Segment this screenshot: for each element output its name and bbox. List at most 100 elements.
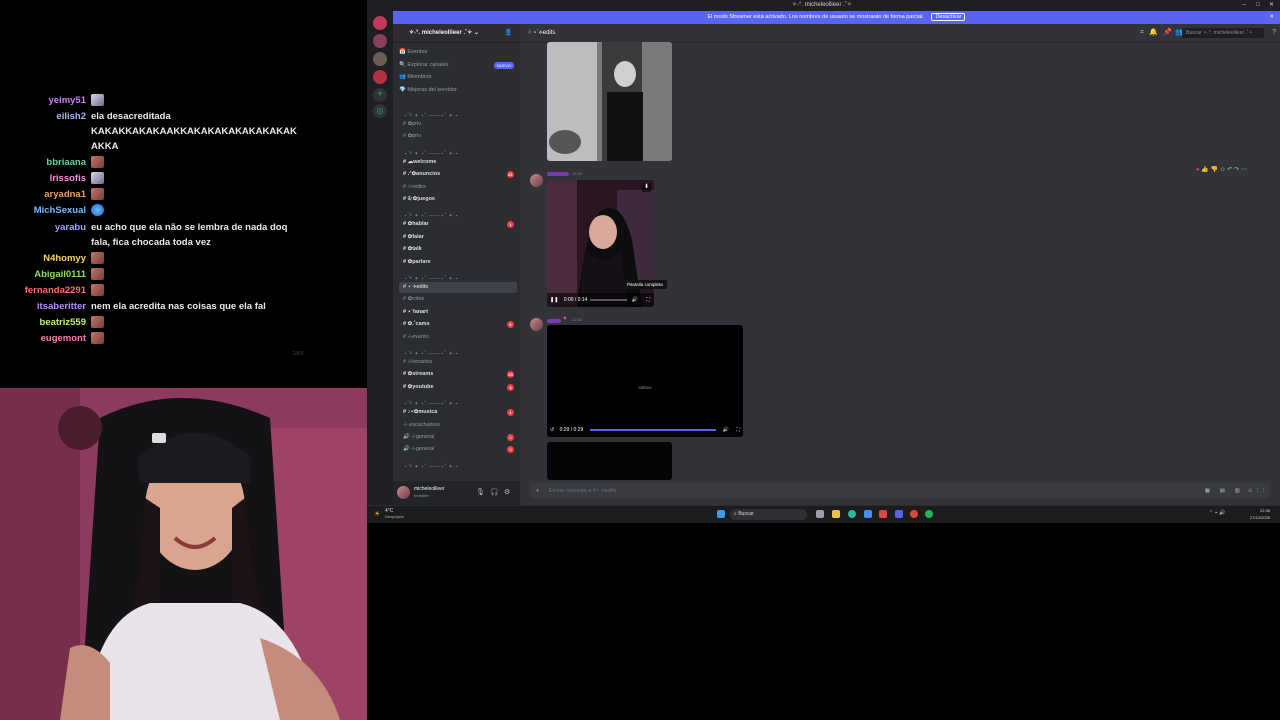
- volume-icon[interactable]: 🔊: [632, 293, 638, 307]
- sidebar-item[interactable]: 👥 Miembros: [399, 72, 517, 83]
- image-attachment[interactable]: [547, 42, 672, 161]
- gift-icon[interactable]: ▦: [1205, 483, 1210, 499]
- chat-username[interactable]: MichSexual: [34, 203, 86, 218]
- add-server-icon[interactable]: +: [373, 88, 387, 102]
- download-icon[interactable]: ⬇: [642, 183, 651, 192]
- tray-icons[interactable]: ⌃ ⌁ 🔊: [1209, 510, 1225, 516]
- thumbs-down-icon[interactable]: 👎: [1210, 167, 1217, 173]
- maximize-icon[interactable]: □: [1256, 0, 1260, 11]
- channel-item[interactable]: # ⊹evento: [399, 332, 517, 343]
- progress-bar[interactable]: [590, 299, 627, 301]
- file-explorer-icon[interactable]: [832, 510, 840, 518]
- reply-icon[interactable]: ↶: [1227, 167, 1232, 173]
- channel-item[interactable]: # ✿youtube 3: [399, 382, 517, 393]
- chat-username[interactable]: yarabu: [55, 220, 86, 235]
- app-icon[interactable]: [879, 510, 887, 518]
- avatar[interactable]: [530, 318, 543, 331]
- progress-bar[interactable]: [590, 429, 716, 431]
- banner-close-icon[interactable]: ✕: [1269, 11, 1274, 24]
- channel-item[interactable]: # .ᐟ✿anuncios 21: [399, 169, 517, 180]
- chat-username[interactable]: itsaberitter: [37, 299, 86, 314]
- task-view-icon[interactable]: [816, 510, 824, 518]
- forward-icon[interactable]: ↷: [1234, 167, 1239, 173]
- bell-icon[interactable]: 🔔: [1149, 29, 1158, 37]
- weather-icon[interactable]: ☀: [374, 510, 380, 518]
- threads-icon[interactable]: ⌗: [1140, 29, 1144, 37]
- chat-username[interactable]: lrissofis: [50, 171, 86, 186]
- sidebar-item[interactable]: 📅 Eventos: [399, 47, 517, 58]
- chat-username[interactable]: bbriaana: [46, 155, 86, 170]
- chat-username[interactable]: aryadna1: [44, 187, 86, 202]
- chat-username[interactable]: yeimy51: [48, 93, 86, 108]
- channel-item[interactable]: # ⋆˙fanart: [399, 307, 517, 318]
- channel-item[interactable]: # ✿talk: [399, 244, 517, 255]
- reaction-icon[interactable]: ●: [1196, 167, 1200, 173]
- microphone-icon[interactable]: 🎙: [476, 489, 485, 497]
- channel-item[interactable]: # ✿falar: [399, 232, 517, 243]
- pin-icon[interactable]: 📌: [1163, 29, 1172, 37]
- message-input[interactable]: + Enviar mensaje a #⋆˙⟡edits ▦ ▤ ▥ ☺ ⋮⋮: [530, 483, 1270, 499]
- channel-item[interactable]: # ⊹horarios: [399, 357, 517, 368]
- edge-icon[interactable]: [848, 510, 856, 518]
- emoji-icon[interactable]: ☺: [1247, 483, 1253, 499]
- discord-icon[interactable]: [895, 510, 903, 518]
- server-icon[interactable]: [373, 34, 387, 48]
- settings-icon[interactable]: ⚙: [504, 489, 510, 497]
- minimize-icon[interactable]: –: [1243, 0, 1246, 11]
- headphones-icon[interactable]: 🎧: [490, 489, 499, 497]
- sidebar-item[interactable]: 💎 Mejoras del servidor: [399, 85, 517, 96]
- explore-icon[interactable]: ◎: [373, 104, 387, 118]
- channel-item[interactable]: # ♪⋆✿musica 1: [399, 407, 517, 418]
- channel-item[interactable]: # ✿parlare: [399, 257, 517, 268]
- channel-item[interactable]: # ⋆˙⟡edits: [399, 282, 517, 293]
- sticker-icon[interactable]: ▥: [1235, 483, 1240, 499]
- channel-item[interactable]: # ✿roles: [399, 294, 517, 305]
- channel-item[interactable]: # ༉‧✿juegos: [399, 194, 517, 205]
- invite-icon[interactable]: 👤: [505, 24, 512, 42]
- taskbar-search[interactable]: ⌕ Buscar: [730, 509, 807, 520]
- chat-username[interactable]: eilish2: [56, 109, 86, 124]
- help-icon[interactable]: ?: [1272, 29, 1276, 37]
- chat-username[interactable]: beatriz559: [40, 315, 86, 330]
- fullscreen-icon[interactable]: ⛶: [736, 423, 740, 437]
- avatar[interactable]: [530, 174, 543, 187]
- attach-icon[interactable]: +: [536, 488, 539, 494]
- server-icon[interactable]: [373, 52, 387, 66]
- channel-item[interactable]: # ✿priv: [399, 131, 517, 142]
- volume-icon[interactable]: 🔊: [723, 423, 729, 437]
- browser-icon[interactable]: [864, 510, 872, 518]
- close-icon[interactable]: ✕: [1269, 0, 1274, 11]
- apps-icon[interactable]: ⋮⋮: [1255, 483, 1266, 499]
- thumbs-up-icon[interactable]: 👍: [1201, 167, 1208, 173]
- replay-icon[interactable]: ↺: [550, 427, 554, 433]
- channel-item[interactable]: ⊹ escuchamos: [399, 420, 517, 431]
- pause-icon[interactable]: ❚❚: [550, 297, 558, 303]
- spotify-icon[interactable]: [925, 510, 933, 518]
- channel-item[interactable]: # ☁welcome: [399, 157, 517, 168]
- chat-username[interactable]: Abigail0111: [34, 267, 86, 282]
- sidebar-item[interactable]: 🔍 Explorar canales NUEVO: [399, 60, 517, 71]
- chat-username[interactable]: eugemont: [41, 331, 86, 346]
- channel-item[interactable]: # ⊹redes: [399, 182, 517, 193]
- channel-item[interactable]: 🔊 ⊹general 3: [399, 432, 517, 443]
- message-username[interactable]: [547, 319, 561, 323]
- channel-item[interactable]: # ✿streams 25: [399, 369, 517, 380]
- chat-username[interactable]: fernanda2291: [25, 283, 86, 298]
- windows-start-icon[interactable]: [717, 510, 725, 518]
- server-name-header[interactable]: ✧˖°. micheleollieer .˚✧ ⌄ 👤: [393, 24, 520, 43]
- avatar[interactable]: [397, 486, 410, 499]
- channel-item[interactable]: # ✿hablar 1: [399, 219, 517, 230]
- message-username[interactable]: [547, 172, 569, 176]
- channel-item[interactable]: 🔊 ⊹general 3: [399, 444, 517, 455]
- channel-item[interactable]: # ✿.˚cams 6: [399, 319, 517, 330]
- video-player[interactable]: [547, 442, 672, 480]
- deactivate-button[interactable]: Desactivar: [931, 13, 966, 21]
- gif-icon[interactable]: ▤: [1220, 483, 1225, 499]
- video-player[interactable]: tokbus ↺ 0:29 / 0:29 🔊 ⛶: [547, 325, 743, 437]
- emoji-icon[interactable]: ☺: [1220, 167, 1226, 173]
- more-icon[interactable]: ⋯: [1241, 167, 1247, 173]
- channel-item[interactable]: # ✿priv: [399, 119, 517, 130]
- server-icon[interactable]: [373, 70, 387, 84]
- server-icon[interactable]: [373, 16, 387, 30]
- search-input[interactable]: Buscar ✧˖°. micheleollieer .˚✧: [1182, 28, 1264, 38]
